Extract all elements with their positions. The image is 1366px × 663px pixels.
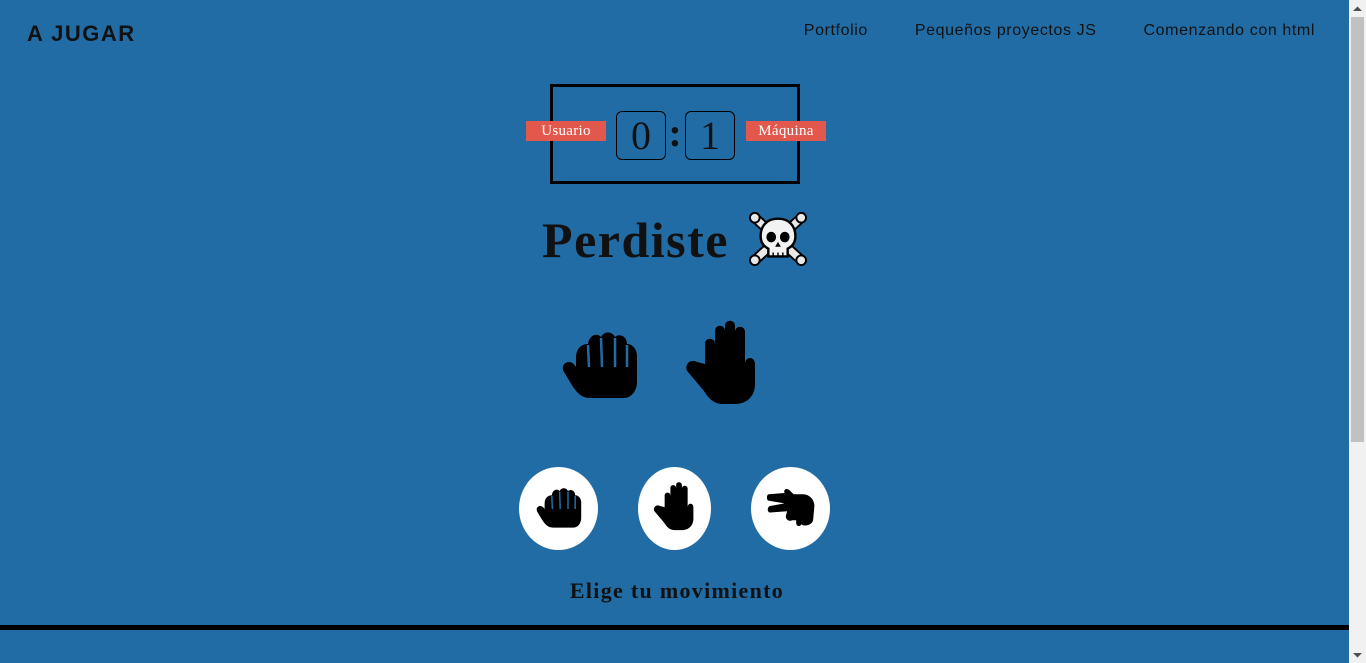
result-text: Perdiste [542,212,729,268]
rock-button[interactable] [519,467,598,550]
scroll-down-arrow-icon[interactable] [1349,646,1366,663]
skull-and-crossbones-icon [748,210,807,281]
nav-link-html-intro[interactable]: Comenzando con html [1144,22,1316,40]
site-logo[interactable]: A JUGAR [27,21,136,47]
machine-score: 1 [685,111,735,160]
scissors-button[interactable] [751,467,830,550]
main-nav: Portfolio Pequeños proyectos JS Comenzan… [804,22,1315,40]
score-separator: : [668,110,682,155]
instruction-text: Elige tu movimiento [569,578,785,603]
scissors-hand-icon [764,480,818,537]
paper-button[interactable] [638,467,711,550]
user-played-move [556,322,644,407]
footer-divider [0,625,1349,630]
machine-played-move [683,320,763,409]
open-hand-icon [652,480,698,537]
fist-icon [556,389,644,406]
user-label-badge: Usuario [526,121,606,141]
result-message: Perdiste [0,210,1349,281]
machine-label-badge: Máquina [746,121,826,141]
vertical-scrollbar[interactable] [1349,0,1366,663]
scroll-up-arrow-icon[interactable] [1349,0,1366,17]
user-score: 0 [616,111,666,160]
open-hand-icon [683,391,763,408]
scrollbar-thumb[interactable] [1351,17,1364,442]
nav-link-portfolio[interactable]: Portfolio [804,22,868,40]
scoreboard: Usuario 0 : 1 Máquina [526,84,826,184]
nav-link-js-projects[interactable]: Pequeños proyectos JS [915,22,1097,40]
fist-icon [533,482,585,535]
